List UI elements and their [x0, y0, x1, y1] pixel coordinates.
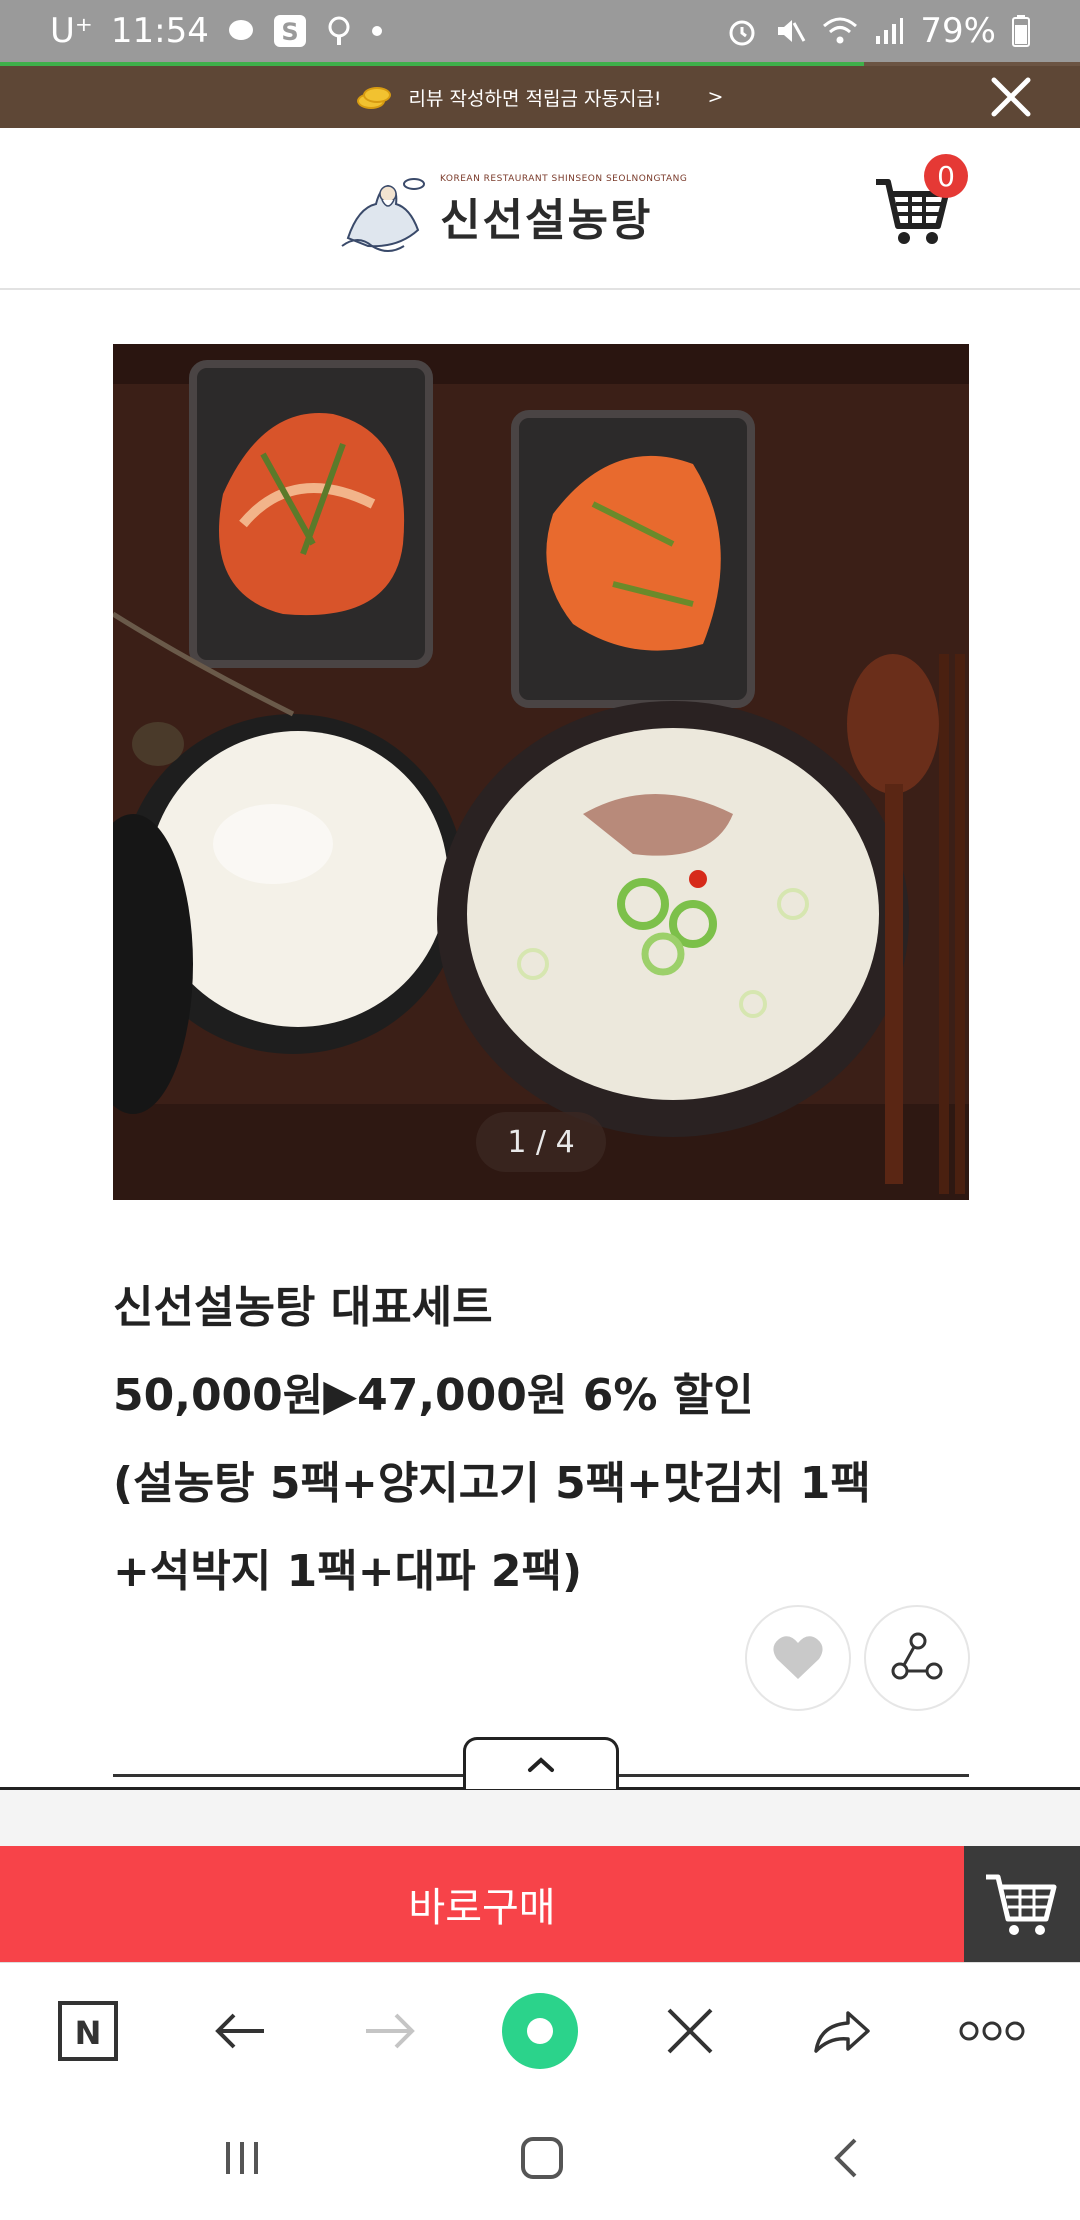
alarm-icon: [726, 15, 758, 47]
cart-count-badge: 0: [924, 154, 968, 198]
promo-close-icon[interactable]: [990, 76, 1032, 118]
status-left: U⁺ 11:54 S: [50, 11, 383, 51]
close-icon[interactable]: [652, 1993, 728, 2069]
promo-arrow: >: [707, 86, 724, 108]
like-button[interactable]: [745, 1605, 851, 1711]
add-to-cart-button[interactable]: [964, 1846, 1080, 1962]
chat-bubble-icon: [227, 18, 255, 44]
product-photo: [113, 344, 969, 1200]
slide-indicator: 1 / 4: [476, 1112, 606, 1172]
product-price: 50,000원▶47,000원 6% 할인: [113, 1370, 754, 1421]
promo-content: 리뷰 작성하면 적립금 자동지급! >: [356, 84, 724, 111]
dot-icon: [371, 25, 383, 37]
chevron-up-icon: [528, 1756, 554, 1772]
heart-icon: [773, 1636, 823, 1679]
status-right: 79%: [726, 11, 1030, 51]
product-composition-1: (설농탕 5팩+양지고기 5팩+맛김치 1팩: [113, 1458, 871, 1509]
carrier-label: U⁺: [50, 11, 93, 51]
more-icon[interactable]: [954, 1993, 1030, 2069]
clock: 11:54: [110, 11, 209, 51]
svg-text:N: N: [75, 2014, 102, 2052]
collapse-toggle-button[interactable]: [463, 1737, 619, 1789]
wifi-icon: [822, 16, 858, 46]
back-arrow-icon[interactable]: [202, 1993, 278, 2069]
signal-icon: [874, 16, 904, 46]
logo-title: 신선설농탕: [440, 195, 653, 246]
battery-icon: [1012, 15, 1030, 47]
back-icon[interactable]: [816, 2128, 876, 2188]
home-circle-icon[interactable]: [502, 1993, 578, 2069]
status-bar: U⁺ 11:54 S 79%: [0, 0, 1080, 62]
cart-icon: [986, 1874, 1057, 1935]
mute-icon: [774, 15, 806, 47]
share-arrow-icon[interactable]: [804, 1993, 880, 2069]
brand-logo[interactable]: KOREAN RESTAURANT SHINSEON SEOLNONGTANG …: [338, 166, 728, 256]
recents-icon[interactable]: [212, 2128, 272, 2188]
battery-percent: 79%: [920, 11, 996, 51]
product-composition-2: +석박지 1팩+대파 2팩): [113, 1546, 583, 1597]
forward-arrow-icon[interactable]: [352, 1993, 428, 2069]
n-logo-icon[interactable]: N: [50, 1993, 126, 2069]
podcast-icon: [325, 15, 353, 47]
logo-subtitle: KOREAN RESTAURANT SHINSEON SEOLNONGTANG: [440, 174, 688, 184]
promo-text: 리뷰 작성하면 적립금 자동지급!: [408, 87, 662, 110]
share-nodes-icon: [891, 1632, 943, 1680]
review-promo-banner[interactable]: 리뷰 작성하면 적립금 자동지급! >: [0, 66, 1080, 128]
content-gap: [0, 1790, 1080, 1846]
buy-now-button[interactable]: 바로구매: [0, 1846, 964, 1962]
product-image[interactable]: [113, 344, 969, 1200]
svg-text:S: S: [281, 18, 298, 46]
s-app-icon: S: [273, 14, 307, 48]
site-header: KOREAN RESTAURANT SHINSEON SEOLNONGTANG …: [0, 128, 1080, 290]
share-button[interactable]: [864, 1605, 970, 1711]
logo-text-block: KOREAN RESTAURANT SHINSEON SEOLNONGTANG …: [440, 174, 687, 248]
coin-icon: [356, 85, 393, 109]
system-navigation-bar: [0, 2096, 1080, 2220]
browser-toolbar: N: [0, 1962, 1080, 2096]
sage-figure-icon: [341, 178, 425, 252]
home-icon[interactable]: [512, 2128, 572, 2188]
product-title: 신선설농탕 대표세트: [113, 1282, 493, 1333]
product-info: 신선설농탕 대표세트 50,000원▶47,000원 6% 할인 (설농탕 5팩…: [113, 1268, 973, 1620]
